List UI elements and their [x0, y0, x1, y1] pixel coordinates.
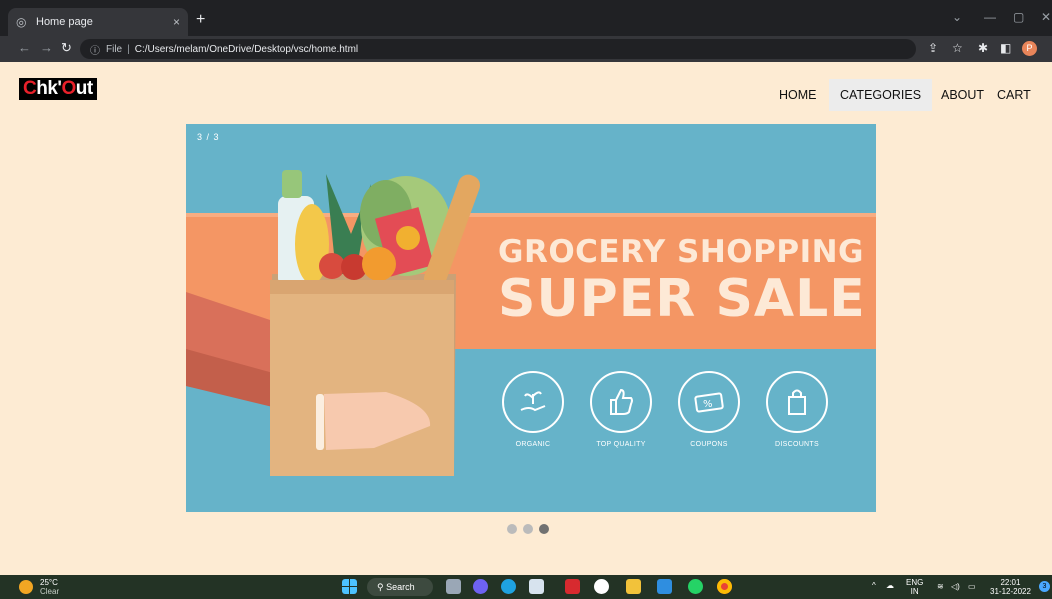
thumbs-up-icon	[590, 371, 652, 433]
clock-time: 22:01	[1000, 578, 1021, 587]
banner-headline-line1: GROCERY SHOPPING	[498, 234, 864, 270]
moon-icon	[19, 580, 33, 594]
feature-label: COUPONS	[690, 441, 728, 448]
maximize-icon[interactable]: ▢	[1013, 10, 1024, 24]
nav-cart[interactable]: CART	[986, 79, 1042, 111]
slide-dot-3[interactable]	[539, 524, 549, 534]
volume-icon[interactable]: ◁)	[951, 582, 960, 591]
banner-headline-line2: SUPER SALE	[498, 269, 866, 329]
address-separator: |	[127, 43, 130, 55]
weather-widget[interactable]: 25°C Clear	[19, 578, 60, 596]
tab-title: Home page	[36, 16, 93, 28]
chrome-icon[interactable]	[717, 579, 732, 594]
share-icon[interactable]: ⇪	[928, 41, 938, 55]
slide-dot-1[interactable]	[507, 524, 517, 534]
new-tab-button[interactable]: +	[196, 12, 205, 28]
svg-text:%: %	[703, 399, 713, 410]
shopping-bag-icon	[766, 371, 828, 433]
browser-toolbar: ← → ↻ ⓘ File | C:/Users/melam/OneDrive/D…	[0, 36, 1052, 62]
hero-slideshow[interactable]: GROCERY SHOPPING SUPER SALE ORGANIC TOP …	[186, 124, 876, 512]
globe-icon: ◎	[16, 15, 27, 29]
tab-close-button[interactable]: ×	[173, 15, 180, 29]
forward-icon[interactable]: →	[40, 41, 53, 55]
battery-icon[interactable]: ▭	[968, 582, 976, 591]
dell-icon[interactable]	[594, 579, 609, 594]
file-explorer-icon[interactable]	[626, 579, 641, 594]
close-icon[interactable]: ✕	[1041, 10, 1051, 24]
mcafee-icon[interactable]	[565, 579, 580, 594]
nav-home[interactable]: HOME	[768, 79, 828, 111]
feature-coupons: % COUPONS	[667, 371, 751, 448]
notification-badge[interactable]: 3	[1039, 581, 1050, 592]
info-icon[interactable]: ⓘ	[90, 42, 100, 57]
chevron-up-icon[interactable]: ^	[872, 581, 876, 590]
extensions-icon[interactable]: ✱	[978, 41, 988, 55]
weather-temp: 25°C	[40, 578, 58, 587]
nav-categories[interactable]: CATEGORIES	[829, 79, 933, 111]
feature-label: ORGANIC	[515, 441, 551, 448]
whatsapp-icon[interactable]	[688, 579, 703, 594]
security-label: File	[106, 43, 123, 55]
feature-discounts: DISCOUNTS	[755, 371, 839, 448]
language-indicator[interactable]: ENG IN	[906, 578, 923, 596]
back-icon[interactable]: ←	[18, 41, 31, 55]
tab-search-icon[interactable]: ⌄	[952, 10, 962, 24]
web-page: Chk'Out HOME CATEGORIES ABOUT CART GROCE…	[0, 62, 1052, 575]
browser-tab[interactable]: ◎ Home page ×	[8, 8, 188, 36]
windows-taskbar: 25°C Clear ⚲ Search ^ ☁ ENG IN ≋ ◁) ▭ 22…	[0, 575, 1052, 599]
system-clock[interactable]: 22:01 31-12-2022	[990, 578, 1031, 596]
vscode-icon[interactable]	[657, 579, 672, 594]
star-icon[interactable]: ☆	[952, 41, 963, 55]
url-text: C:/Users/melam/OneDrive/Desktop/vsc/home…	[134, 43, 359, 55]
site-logo[interactable]: Chk'Out	[19, 78, 97, 100]
search-icon: ⚲	[377, 582, 387, 592]
clock-date: 31-12-2022	[990, 587, 1031, 596]
minimize-icon[interactable]: —	[984, 10, 996, 24]
cloud-icon[interactable]: ☁	[886, 581, 894, 590]
profile-avatar[interactable]: P	[1022, 41, 1037, 56]
taskbar-search[interactable]: ⚲ Search	[367, 578, 433, 596]
teams-icon[interactable]	[473, 579, 488, 594]
feature-top-quality: TOP QUALITY	[579, 371, 663, 448]
slide-counter: 3 / 3	[197, 132, 220, 142]
feature-organic: ORGANIC	[491, 371, 575, 448]
reload-icon[interactable]: ↻	[61, 41, 72, 55]
feature-label: TOP QUALITY	[596, 441, 646, 448]
edge-icon[interactable]	[501, 579, 516, 594]
task-view-icon[interactable]	[446, 579, 461, 594]
plant-in-hand-icon	[502, 371, 564, 433]
browser-tab-strip: ◎ Home page × + ⌄ — ▢ ✕	[0, 0, 1052, 36]
wifi-icon[interactable]: ≋	[937, 582, 944, 591]
side-panel-icon[interactable]: ◧	[1000, 41, 1011, 55]
coupon-icon: %	[678, 371, 740, 433]
slide-dot-2[interactable]	[523, 524, 533, 534]
grocery-bag-illustration	[186, 170, 481, 476]
weather-condition: Clear	[40, 587, 60, 596]
windows-start-icon[interactable]	[342, 579, 357, 594]
feature-label: DISCOUNTS	[775, 441, 819, 448]
store-icon[interactable]	[529, 579, 544, 594]
address-bar[interactable]: ⓘ File | C:/Users/melam/OneDrive/Desktop…	[80, 39, 916, 59]
